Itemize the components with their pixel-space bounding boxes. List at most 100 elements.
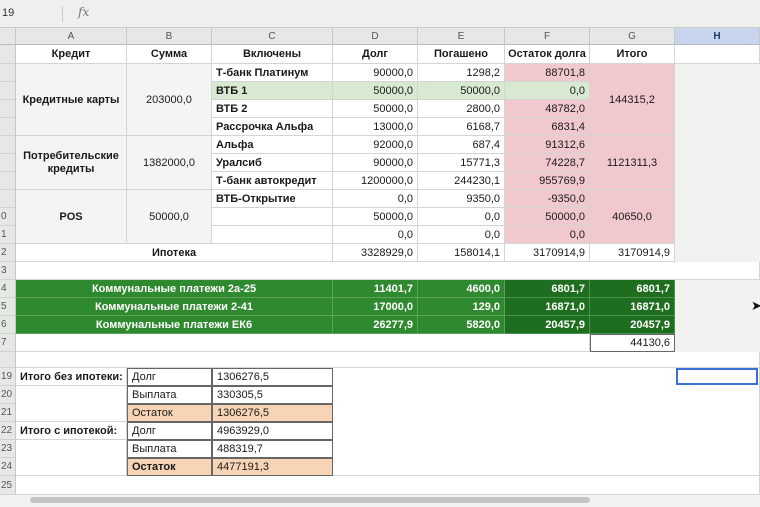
debt-cell[interactable]: 90000,0	[333, 64, 418, 82]
header-cell[interactable]: Погашено	[418, 45, 505, 64]
column-header-f[interactable]: F	[505, 28, 590, 45]
paid-cell[interactable]: 1298,2	[418, 64, 505, 82]
empty-row[interactable]	[16, 334, 590, 352]
debt-cell[interactable]: 0,0	[333, 226, 418, 244]
utility-name-cell[interactable]: Коммунальные платежи 2а-25	[16, 280, 333, 298]
utility-total-cell[interactable]: 6801,7	[590, 280, 675, 298]
column-header-a[interactable]: A	[16, 28, 127, 45]
row-header[interactable]	[0, 136, 16, 154]
row-header[interactable]: 5	[0, 298, 16, 316]
summary-rest-value[interactable]: 4477191,3	[212, 458, 333, 476]
paid-cell[interactable]: 687,4	[418, 136, 505, 154]
row-header[interactable]: 1	[0, 226, 16, 244]
summary-rest-label[interactable]: Остаток	[127, 458, 212, 476]
row-header[interactable]	[0, 118, 16, 136]
row-header[interactable]	[0, 352, 16, 368]
summary-rest-label[interactable]: Остаток	[127, 404, 212, 422]
utility-remaining-cell[interactable]: 16871,0	[505, 298, 590, 316]
debt-cell[interactable]: 50000,0	[333, 82, 418, 100]
row-header[interactable]: 2	[0, 244, 16, 262]
utility-total-cell[interactable]: 16871,0	[590, 298, 675, 316]
row-header[interactable]: 25	[0, 476, 16, 495]
row-header[interactable]: 23	[0, 440, 16, 458]
group-sum-cell[interactable]: 1382000,0	[127, 136, 212, 190]
remaining-cell[interactable]: 0,0	[505, 226, 590, 244]
utility-remaining-cell[interactable]: 6801,7	[505, 280, 590, 298]
row-header[interactable]: 24	[0, 458, 16, 476]
remaining-cell[interactable]: 88701,8	[505, 64, 590, 82]
row-header[interactable]	[0, 100, 16, 118]
row-header[interactable]	[0, 82, 16, 100]
mortgage-remaining-cell[interactable]: 3170914,9	[505, 244, 590, 262]
remaining-cell[interactable]: 50000,0	[505, 208, 590, 226]
remaining-cell[interactable]: 91312,6	[505, 136, 590, 154]
utility-name-cell[interactable]: Коммунальные платежи ЕК6	[16, 316, 333, 334]
utility-remaining-cell[interactable]: 20457,9	[505, 316, 590, 334]
summary-pay-label[interactable]: Выплата	[127, 440, 212, 458]
column-header-b[interactable]: B	[127, 28, 212, 45]
paid-cell[interactable]: 0,0	[418, 226, 505, 244]
utility-paid-cell[interactable]: 4600,0	[418, 280, 505, 298]
summary-rest-value[interactable]: 1306276,5	[212, 404, 333, 422]
empty-row[interactable]	[16, 476, 760, 495]
remaining-cell[interactable]: 48782,0	[505, 100, 590, 118]
paid-cell[interactable]: 15771,3	[418, 154, 505, 172]
summary-debt-value[interactable]: 4963929,0	[212, 422, 333, 440]
header-cell[interactable]: Остаток долга	[505, 45, 590, 64]
remaining-cell[interactable]: -9350,0	[505, 190, 590, 208]
row-header[interactable]	[0, 64, 16, 82]
debt-cell[interactable]: 0,0	[333, 190, 418, 208]
mortgage-paid-cell[interactable]: 158014,1	[418, 244, 505, 262]
group-name-cell[interactable]: POS	[16, 190, 127, 244]
row-header[interactable]: 22	[0, 422, 16, 440]
loan-name-cell[interactable]: ВТБ 1	[212, 82, 333, 100]
column-header-h[interactable]: H	[675, 28, 760, 45]
column-header-e[interactable]: E	[418, 28, 505, 45]
paid-cell[interactable]: 244230,1	[418, 172, 505, 190]
row-header[interactable]: 6	[0, 316, 16, 334]
utilities-sum-cell[interactable]: 44130,6	[590, 334, 675, 352]
remaining-cell[interactable]: 6831,4	[505, 118, 590, 136]
debt-cell[interactable]: 1200000,0	[333, 172, 418, 190]
row-header[interactable]: 20	[0, 386, 16, 404]
empty-cell[interactable]	[675, 45, 760, 64]
row-header[interactable]	[0, 190, 16, 208]
group-total-cell[interactable]: 1121311,3	[590, 136, 675, 190]
cell-reference[interactable]: 19	[2, 7, 14, 19]
utility-debt-cell[interactable]: 11401,7	[333, 280, 418, 298]
debt-cell[interactable]: 92000,0	[333, 136, 418, 154]
loan-name-cell[interactable]: Уралсиб	[212, 154, 333, 172]
summary-pay-label[interactable]: Выплата	[127, 386, 212, 404]
paid-cell[interactable]: 2800,0	[418, 100, 505, 118]
debt-cell[interactable]: 50000,0	[333, 100, 418, 118]
loan-name-cell[interactable]: ВТБ-Открытие	[212, 190, 333, 208]
utility-paid-cell[interactable]: 5820,0	[418, 316, 505, 334]
mortgage-debt-cell[interactable]: 3328929,0	[333, 244, 418, 262]
debt-cell[interactable]: 90000,0	[333, 154, 418, 172]
group-name-cell[interactable]: Потребительские кредиты	[16, 136, 127, 190]
summary-pay-value[interactable]: 488319,7	[212, 440, 333, 458]
paid-cell[interactable]: 0,0	[418, 208, 505, 226]
empty-area[interactable]	[16, 386, 127, 422]
loan-name-cell[interactable]: Альфа	[212, 136, 333, 154]
mortgage-label-cell[interactable]: Ипотека	[16, 244, 333, 262]
utility-name-cell[interactable]: Коммунальные платежи 2-41	[16, 298, 333, 316]
column-header-d[interactable]: D	[333, 28, 418, 45]
paid-cell[interactable]: 6168,7	[418, 118, 505, 136]
utility-total-cell[interactable]: 20457,9	[590, 316, 675, 334]
group-sum-cell[interactable]: 50000,0	[127, 190, 212, 244]
row-header[interactable]: 4	[0, 280, 16, 298]
row-header[interactable]	[0, 154, 16, 172]
row-header[interactable]: 0	[0, 208, 16, 226]
remaining-cell[interactable]: 955769,9	[505, 172, 590, 190]
header-cell[interactable]: Сумма	[127, 45, 212, 64]
group-sum-cell[interactable]: 203000,0	[127, 64, 212, 136]
empty-row[interactable]	[16, 352, 760, 368]
debt-cell[interactable]: 50000,0	[333, 208, 418, 226]
summary-without-label[interactable]: Итого без ипотеки:	[16, 368, 127, 386]
empty-area[interactable]	[16, 440, 127, 476]
column-header-g[interactable]: G	[590, 28, 675, 45]
row-header[interactable]	[0, 172, 16, 190]
group-total-cell[interactable]: 40650,0	[590, 190, 675, 244]
utility-debt-cell[interactable]: 17000,0	[333, 298, 418, 316]
